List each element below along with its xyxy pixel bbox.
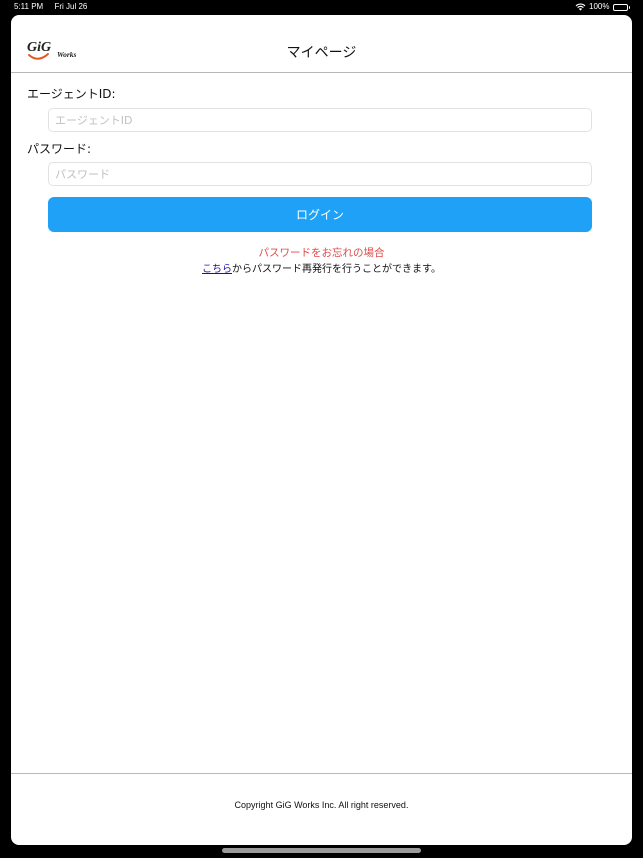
reset-password-link[interactable]: こちら [202,264,232,275]
status-bar: 5:11 PM Fri Jul 26 100% [0,0,643,14]
agent-id-label: エージェントID: [27,87,116,101]
status-time: 5:11 PM [14,2,44,11]
device-frame: 5:11 PM Fri Jul 26 100% GiG Works マイページ … [0,0,643,858]
status-date: Fri Jul 26 [54,2,88,11]
agent-id-input[interactable] [48,108,592,132]
password-input[interactable] [48,162,592,186]
wifi-icon [575,3,586,11]
header: GiG Works マイページ [11,15,632,73]
password-label: パスワード: [27,142,92,156]
footer: Copyright GiG Works Inc. All right reser… [11,773,632,845]
status-right: 100% [575,0,630,14]
status-left: 5:11 PM Fri Jul 26 [14,0,87,14]
forgot-password-title: パスワードをお忘れの場合 [258,247,385,259]
app-screen: GiG Works マイページ エージェントID: パスワード: ログイン パス… [11,15,632,845]
battery-percent: 100% [589,2,610,11]
home-indicator[interactable] [222,848,421,853]
battery-icon [612,3,630,11]
login-button[interactable]: ログイン [48,197,592,232]
reset-password-desc-text: からパスワード再発行を行うことができます。 [232,264,441,275]
page-title: マイページ [286,45,357,61]
forgot-password-desc: こちらからパスワード再発行を行うことができます。 [11,260,632,275]
copyright-text: Copyright GiG Works Inc. All right reser… [234,800,409,810]
